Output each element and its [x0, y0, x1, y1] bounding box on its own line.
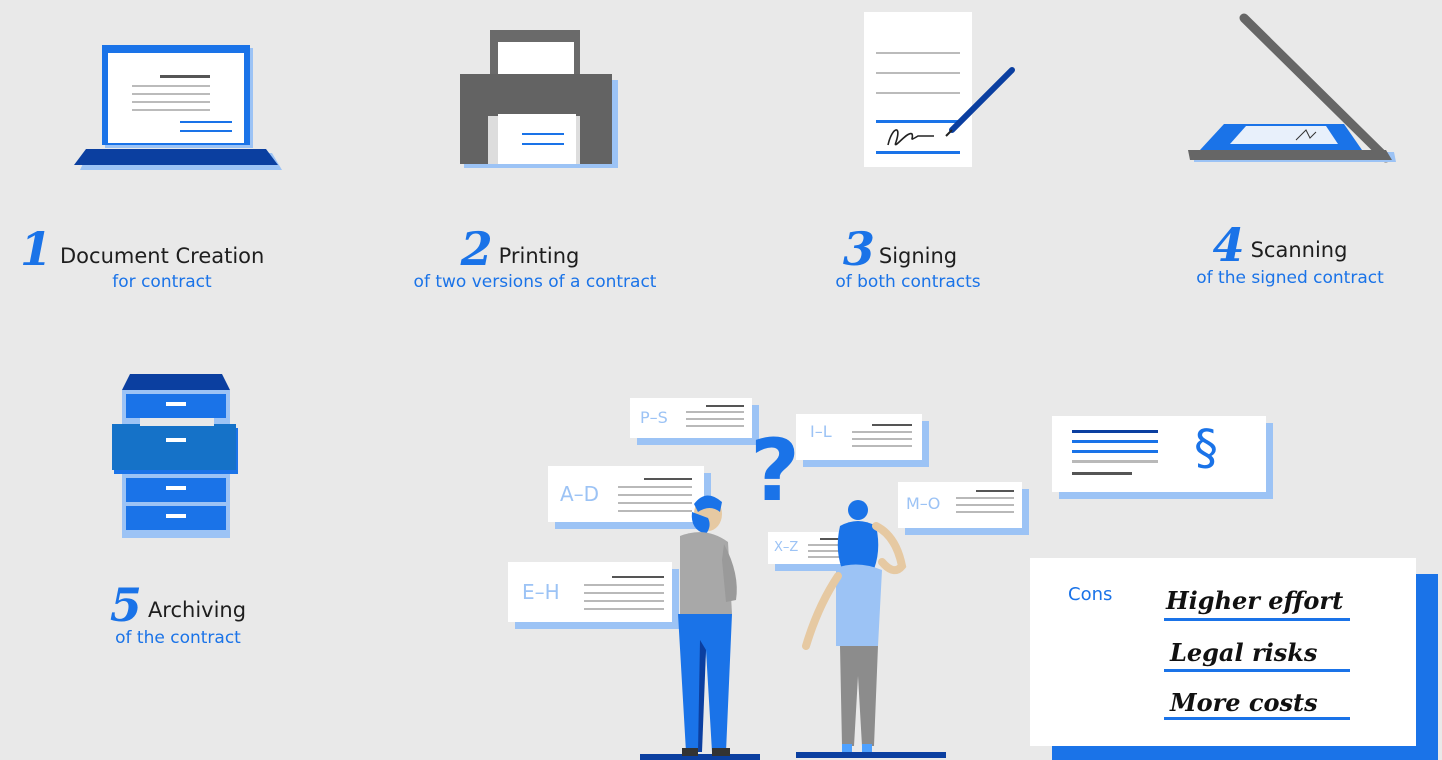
cons-underline: [1164, 618, 1350, 621]
filing-cabinet-icon: [112, 374, 238, 538]
cons-label: Cons: [1068, 584, 1113, 605]
index-card-label: P–S: [640, 408, 668, 427]
paragraph-symbol: §: [1194, 420, 1218, 476]
paragraph-document-card: §: [1052, 416, 1266, 492]
step-subtitle: of two versions of a contract: [413, 272, 657, 292]
step-number: 1: [20, 222, 53, 276]
woman-figure: [796, 500, 946, 758]
step-5: 5 Archiving of the contract: [88, 582, 268, 648]
step-number: 2: [460, 222, 493, 276]
index-card-p-s: P–S: [630, 398, 752, 438]
printer-icon: [460, 30, 618, 168]
laptop-icon: [74, 45, 282, 170]
step-4: 4 Scanning of the signed contract: [1170, 222, 1410, 288]
cons-item: Legal risks: [1170, 638, 1318, 667]
step-2: 2 Printing of two versions of a contract: [390, 226, 680, 292]
index-card-label: A–D: [560, 482, 600, 506]
step-title: Printing: [498, 244, 580, 268]
step-subtitle: of the contract: [115, 628, 241, 648]
step-subtitle: of the signed contract: [1196, 268, 1384, 288]
index-card-i-l: I–L: [796, 414, 922, 460]
cons-item: Higher effort: [1166, 586, 1344, 615]
step-number: 3: [842, 222, 875, 276]
index-card-label: I–L: [810, 422, 832, 441]
step-title: Archiving: [147, 598, 247, 622]
step-number: 5: [109, 578, 142, 632]
cons-underline: [1164, 669, 1350, 672]
index-card-label: E–H: [522, 580, 560, 604]
signed-document-icon: [864, 12, 1015, 167]
man-figure: [640, 495, 760, 760]
cons-item: More costs: [1170, 688, 1318, 717]
step-subtitle: of both contracts: [835, 272, 981, 292]
step-title: Scanning: [1250, 238, 1348, 262]
index-card-label: X–Z: [774, 540, 799, 555]
cons-underline: [1164, 717, 1350, 720]
step-3: 3 Signing of both contracts: [800, 226, 1020, 292]
step-title: Document Creation: [60, 244, 265, 268]
scanner-icon: [1188, 13, 1396, 163]
cons-card: Cons Higher effort Legal risks More cost…: [1030, 558, 1416, 746]
step-number: 4: [1212, 218, 1245, 272]
step-subtitle: for contract: [112, 272, 212, 292]
step-1: 1 Document Creation for contract: [20, 226, 310, 292]
step-title: Signing: [878, 244, 958, 268]
